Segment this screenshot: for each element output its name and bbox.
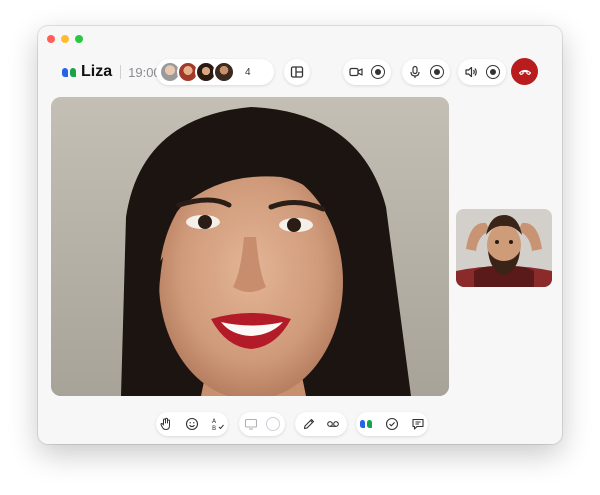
assistant-toolbar [356, 412, 428, 436]
divider [120, 65, 122, 79]
participants-pill[interactable]: 4 [156, 59, 274, 85]
phone-hangup-icon [518, 65, 532, 79]
translate-icon[interactable]: AB [211, 417, 225, 431]
avatar [213, 61, 235, 83]
microphone-control[interactable] [402, 59, 450, 85]
speaker-control[interactable] [458, 59, 506, 85]
checkmark-icon[interactable] [385, 417, 399, 431]
speaker-toggle[interactable] [486, 65, 500, 79]
svg-text:A: A [212, 418, 217, 425]
voicemail-icon[interactable] [326, 417, 340, 431]
app-name: Liza [81, 63, 113, 80]
video-camera-icon [349, 65, 363, 79]
brand-header: Liza 19:00 [62, 62, 161, 82]
main-video-feed[interactable] [51, 97, 449, 396]
window-controls [47, 35, 83, 43]
close-window-button[interactable] [47, 35, 55, 43]
screen-share-icon[interactable] [244, 417, 258, 431]
layout-panel-icon [290, 65, 304, 79]
camera-control[interactable] [343, 59, 391, 85]
participant-count: 4 [245, 66, 251, 78]
notes-toolbar [295, 412, 347, 436]
chat-icon[interactable] [411, 417, 425, 431]
participant-portrait [456, 209, 552, 287]
quote-logo-icon[interactable] [359, 417, 373, 431]
emoji-icon[interactable] [185, 417, 199, 431]
maximize-window-button[interactable] [75, 35, 83, 43]
reactions-toolbar: AB [156, 412, 228, 436]
svg-text:B: B [212, 425, 216, 431]
hand-icon[interactable] [159, 417, 173, 431]
microphone-icon [408, 65, 422, 79]
main-speaker-portrait [51, 97, 449, 396]
app-window: Liza 19:00 4 A B [38, 26, 562, 444]
camera-toggle[interactable] [371, 65, 385, 79]
record-toggle[interactable] [266, 417, 280, 431]
speaker-icon [464, 65, 478, 79]
pen-icon[interactable] [302, 417, 316, 431]
quote-logo-icon [62, 67, 76, 77]
microphone-toggle[interactable] [430, 65, 444, 79]
screen-toolbar [239, 412, 285, 436]
layout-button[interactable] [284, 59, 310, 85]
hangup-button[interactable] [511, 58, 538, 85]
side-video-feed[interactable] [456, 209, 552, 287]
minimize-window-button[interactable] [61, 35, 69, 43]
